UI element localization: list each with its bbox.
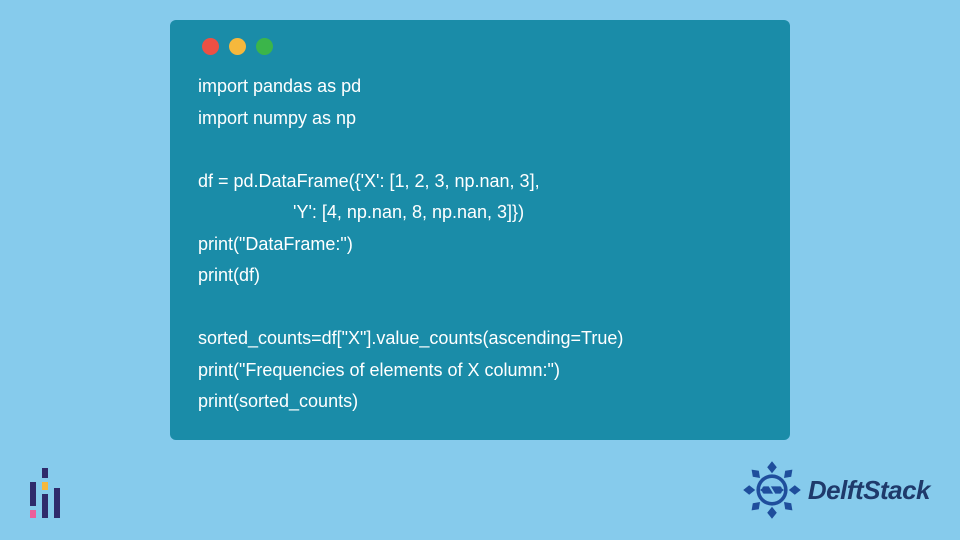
window-controls [198, 38, 762, 55]
brand-logo: DelftStack [742, 460, 930, 520]
delftstack-gear-icon [742, 460, 802, 520]
minimize-icon [229, 38, 246, 55]
brand-name: DelftStack [808, 475, 930, 506]
code-window: import pandas as pd import numpy as np d… [170, 20, 790, 440]
code-content: import pandas as pd import numpy as np d… [198, 71, 762, 418]
maximize-icon [256, 38, 273, 55]
left-logo-icon [30, 470, 74, 518]
close-icon [202, 38, 219, 55]
